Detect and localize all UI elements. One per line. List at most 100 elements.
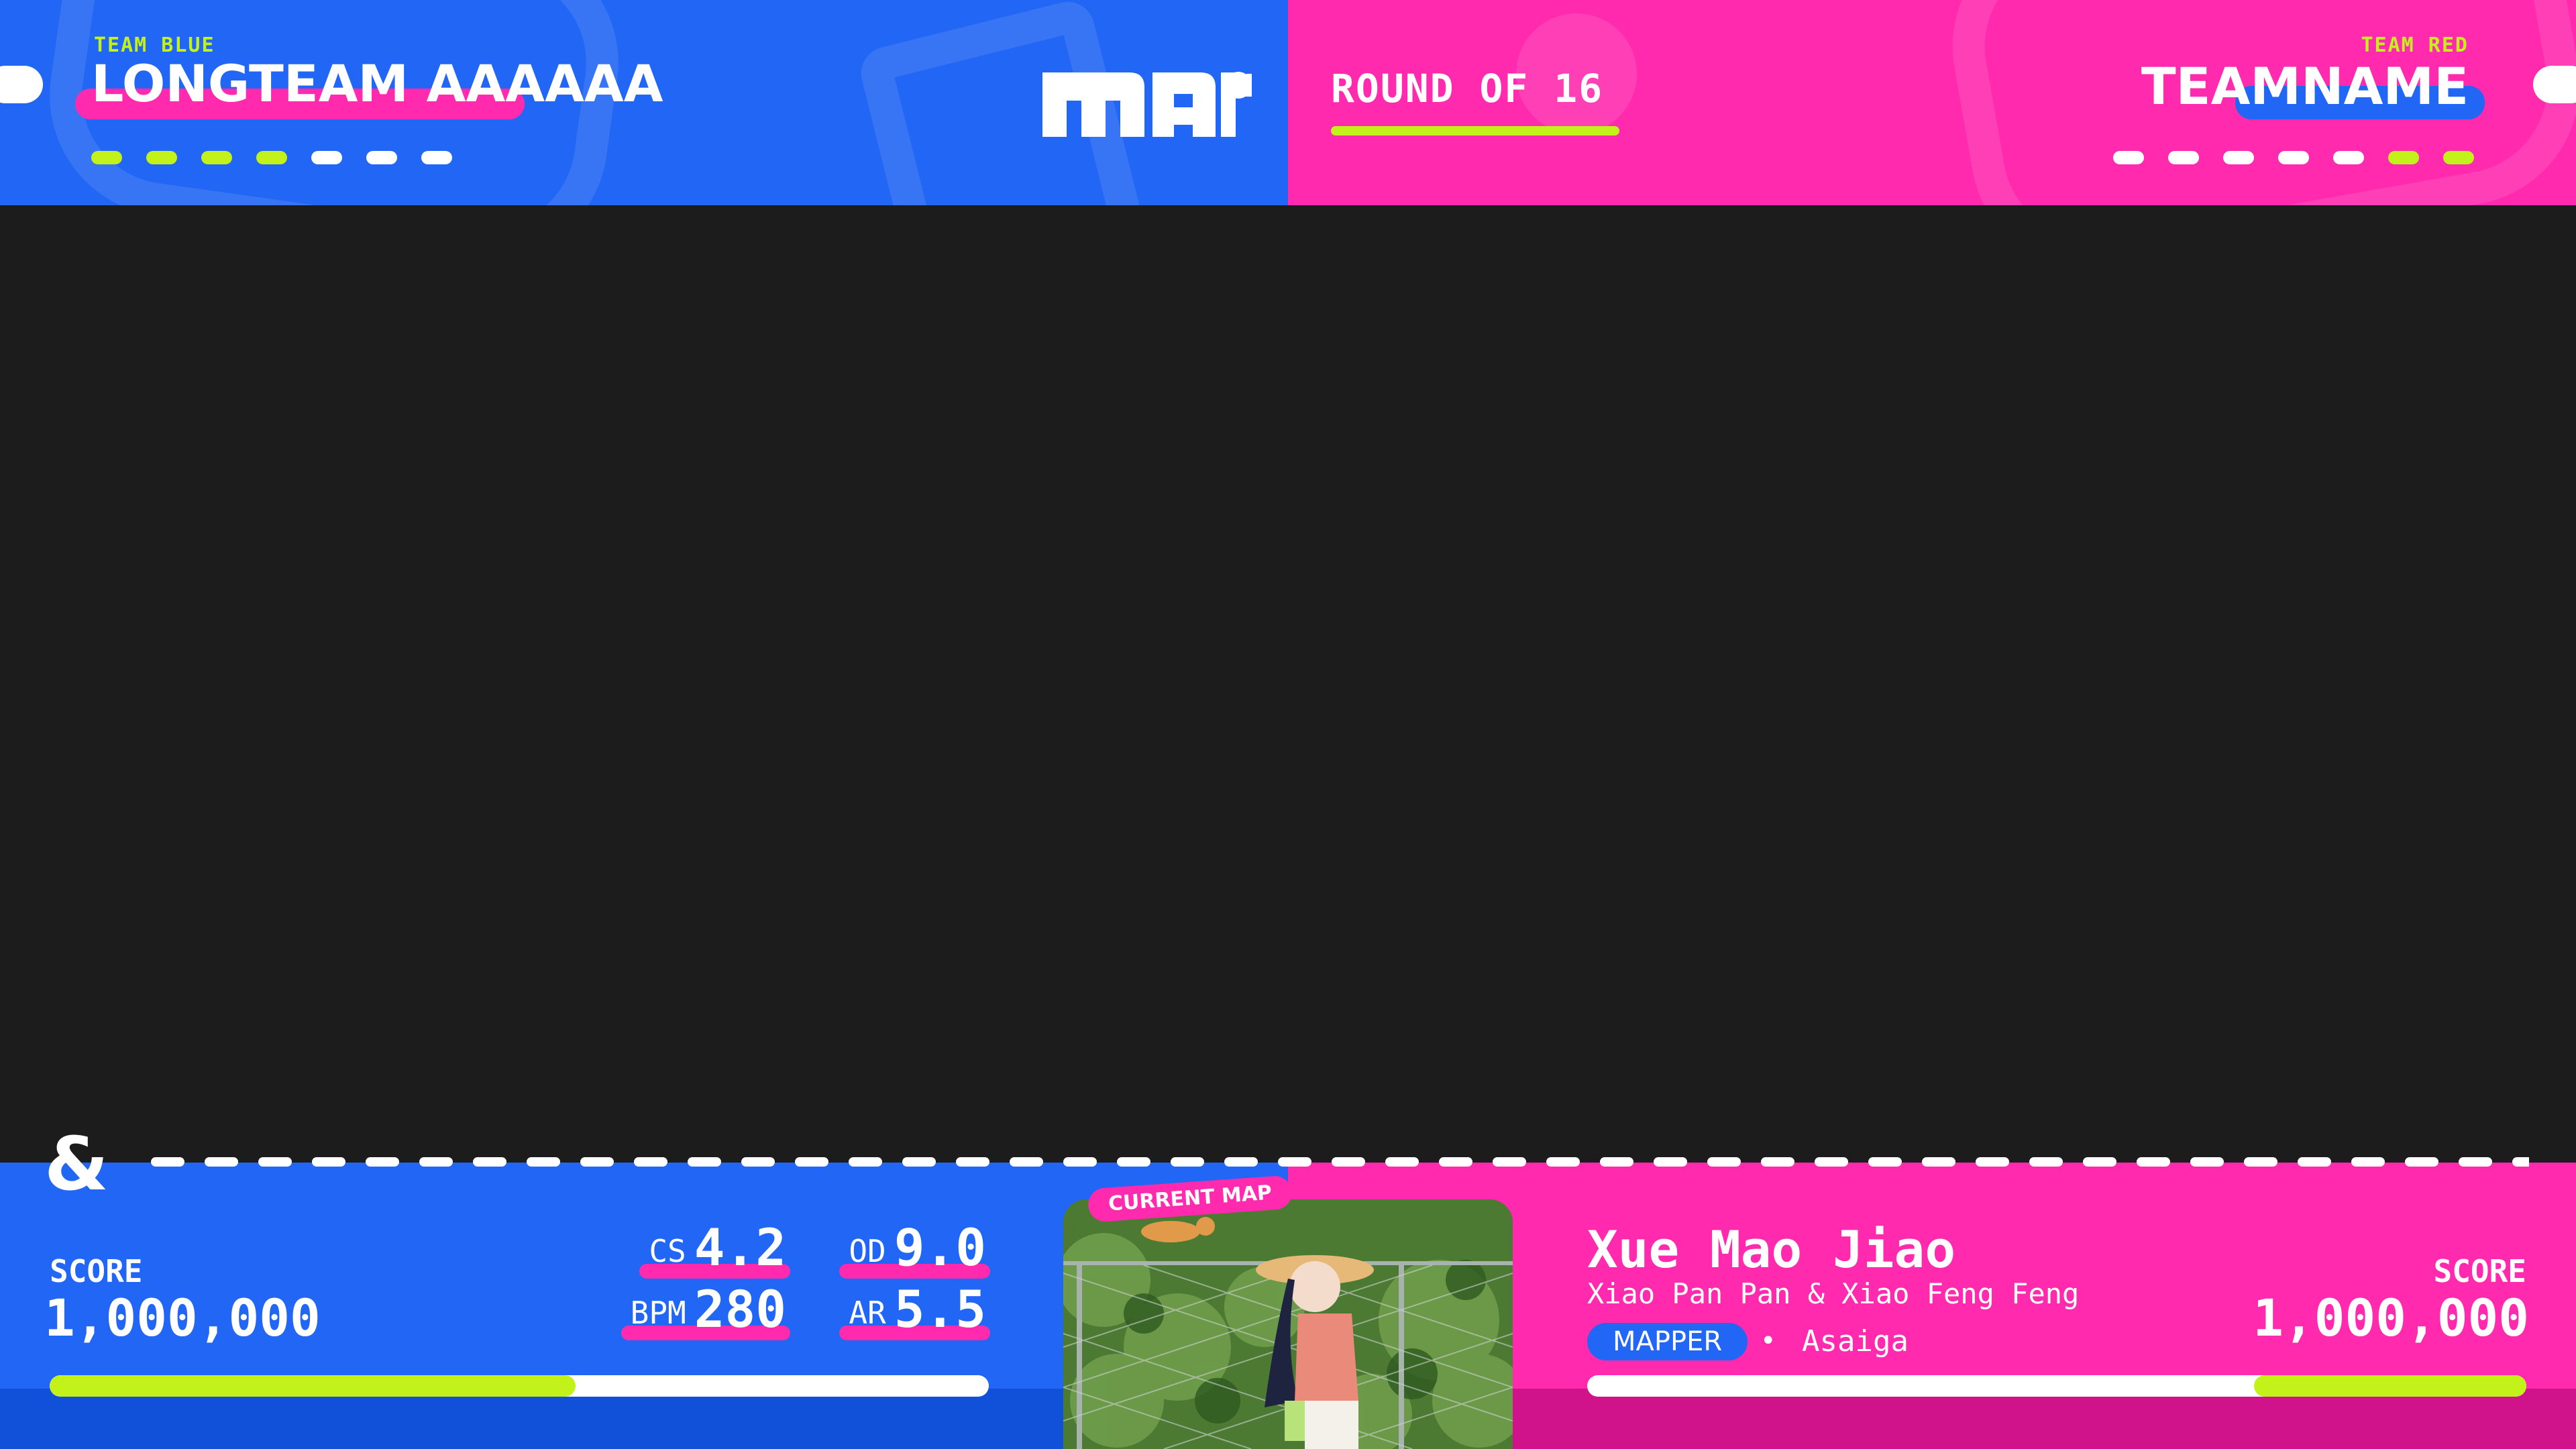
point-won	[146, 151, 177, 164]
divider-dash	[1063, 1157, 1097, 1167]
divider-dash	[366, 1157, 399, 1167]
divider-dash	[956, 1157, 989, 1167]
stat-ar-label: AR	[849, 1295, 886, 1331]
team-red-score: 1,000,000	[2253, 1288, 2529, 1348]
round-underline	[1331, 126, 1619, 136]
mapper-separator: •	[1760, 1326, 1776, 1356]
point-empty	[311, 151, 342, 164]
divider-dash	[151, 1157, 184, 1167]
team-blue-points	[91, 151, 452, 164]
footer-strip	[1509, 1389, 2576, 1449]
team-red-name: TEAMNAME	[2141, 56, 2469, 116]
divider-dash	[688, 1157, 721, 1167]
divider-dash	[2512, 1157, 2529, 1167]
ampersand-icon: &	[44, 1121, 109, 1207]
stat-cs: CS 4.2	[639, 1218, 790, 1279]
map-background-image	[1063, 1199, 1513, 1449]
side-pill	[2533, 66, 2576, 103]
footer-strip	[0, 1389, 1067, 1449]
stat-cs-value: 4.2	[694, 1218, 786, 1277]
divider-dash	[1546, 1157, 1580, 1167]
stat-od-label: OD	[849, 1233, 886, 1269]
divider-dash	[795, 1157, 828, 1167]
divider-dash	[580, 1157, 614, 1167]
divider-dash	[1010, 1157, 1043, 1167]
stat-bpm-label: BPM	[630, 1295, 686, 1331]
team-blue-score-label: SCORE	[50, 1253, 143, 1289]
point-won	[91, 151, 122, 164]
divider-dash	[2137, 1157, 2170, 1167]
stat-ar-value: 5.5	[894, 1279, 986, 1339]
divider-dash	[1332, 1157, 1365, 1167]
divider-dash	[1761, 1157, 1794, 1167]
divider-dash	[849, 1157, 882, 1167]
point-won	[201, 151, 232, 164]
stat-cs-label: CS	[649, 1233, 686, 1269]
divider-dash	[741, 1157, 775, 1167]
mar-logo	[1042, 72, 1252, 137]
divider-dash	[1707, 1157, 1741, 1167]
divider-dash	[1385, 1157, 1419, 1167]
point-empty	[2168, 151, 2199, 164]
team-red-score-bar	[1587, 1375, 2526, 1397]
divider-dash	[2083, 1157, 2116, 1167]
team-red-points	[2113, 151, 2474, 164]
team-blue-name: LONGTEAM AAAAAA	[91, 54, 663, 113]
round-label: ROUND OF 16	[1331, 66, 1604, 111]
divider-dash	[2405, 1157, 2438, 1167]
point-empty	[421, 151, 452, 164]
divider-dash	[1868, 1157, 1902, 1167]
divider-line	[151, 1157, 2529, 1167]
divider-dash	[1600, 1157, 1633, 1167]
stat-ar: AR 5.5	[839, 1279, 990, 1340]
point-empty	[2278, 151, 2309, 164]
divider-dash	[1976, 1157, 2009, 1167]
mapper-badge: MAPPER	[1587, 1323, 1748, 1360]
divider-dash	[2190, 1157, 2224, 1167]
divider-dash	[1117, 1157, 1150, 1167]
divider-dash	[1922, 1157, 1955, 1167]
divider-dash	[1224, 1157, 1258, 1167]
divider-dash	[473, 1157, 506, 1167]
divider-dash	[902, 1157, 936, 1167]
divider-dash	[2459, 1157, 2492, 1167]
point-won	[2443, 151, 2474, 164]
divider-dash	[419, 1157, 453, 1167]
stat-od: OD 9.0	[839, 1218, 990, 1279]
song-artist: Xiao Pan Pan & Xiao Feng Feng	[1587, 1277, 2080, 1310]
divider-dash	[2029, 1157, 2063, 1167]
divider-dash	[1439, 1157, 1472, 1167]
mapper-name: Asaiga	[1802, 1324, 1909, 1358]
point-empty	[2113, 151, 2144, 164]
divider-dash	[1654, 1157, 1687, 1167]
team-red-tag: TEAM RED	[2361, 34, 2469, 57]
divider-dash	[1278, 1157, 1311, 1167]
divider-dash	[2351, 1157, 2385, 1167]
divider-dash	[258, 1157, 292, 1167]
stat-od-value: 9.0	[894, 1218, 986, 1277]
team-blue-score-bar	[50, 1375, 989, 1397]
song-title: Xue Mao Jiao	[1587, 1220, 1956, 1279]
team-blue-score-fill	[50, 1375, 576, 1397]
divider-dash	[1493, 1157, 1526, 1167]
team-red-score-label: SCORE	[2433, 1253, 2526, 1289]
current-map-background	[1063, 1199, 1513, 1449]
divider-dash	[2244, 1157, 2277, 1167]
divider-dash	[312, 1157, 345, 1167]
point-empty	[366, 151, 397, 164]
point-empty	[2333, 151, 2364, 164]
divider-dash	[634, 1157, 667, 1167]
point-won	[2388, 151, 2419, 164]
point-empty	[2223, 151, 2254, 164]
divider-dash	[527, 1157, 560, 1167]
divider-dash	[2298, 1157, 2331, 1167]
stat-bpm: BPM 280	[621, 1279, 790, 1340]
divider-dash	[1815, 1157, 1848, 1167]
team-red-score-fill	[2254, 1375, 2526, 1397]
stat-bpm-value: 280	[694, 1279, 786, 1339]
divider-dash	[205, 1157, 238, 1167]
point-won	[256, 151, 287, 164]
side-pill	[0, 66, 43, 103]
divider-dash	[1171, 1157, 1204, 1167]
team-blue-score: 1,000,000	[44, 1288, 321, 1348]
